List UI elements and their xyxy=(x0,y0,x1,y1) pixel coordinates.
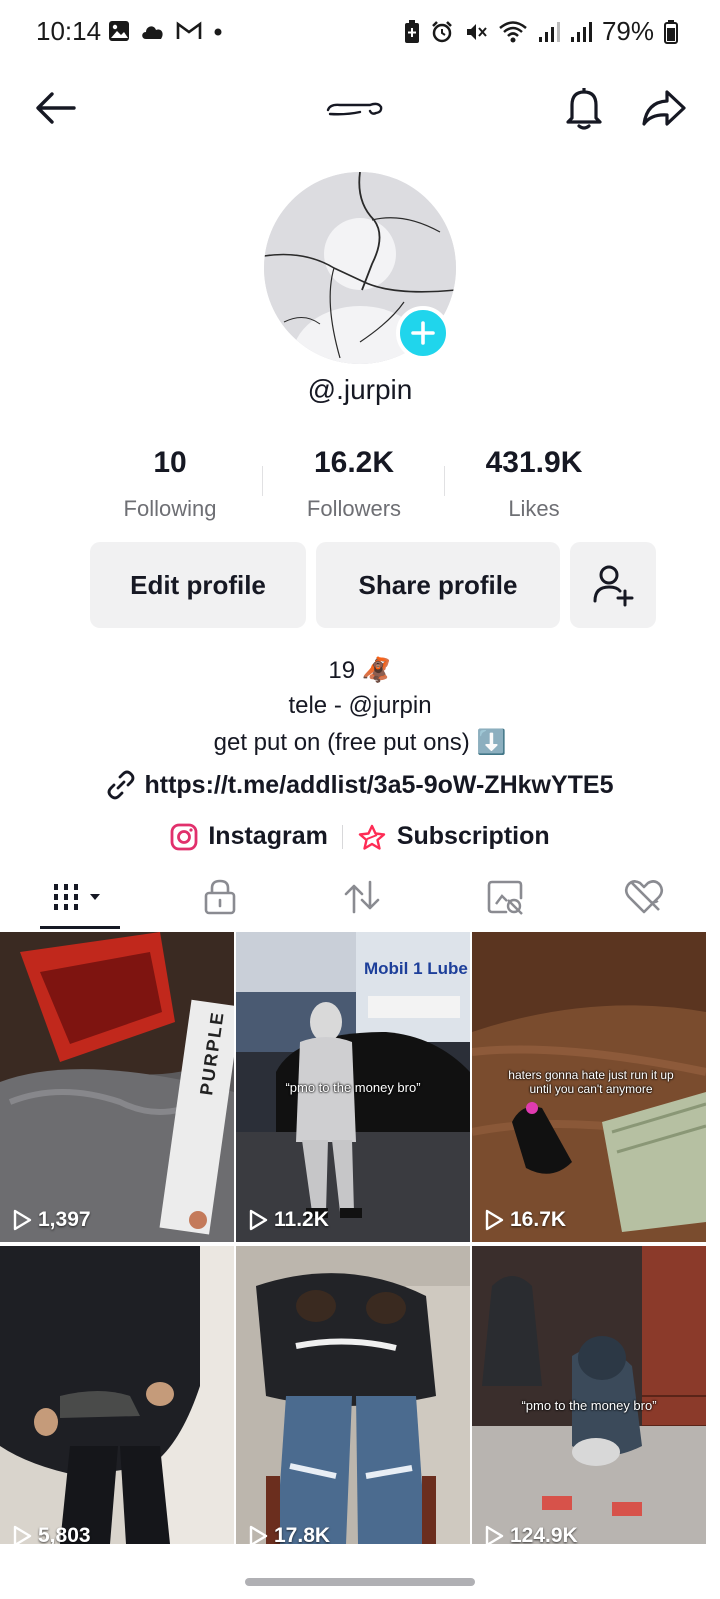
bell-icon xyxy=(566,88,602,130)
instagram-label: Instagram xyxy=(208,822,328,850)
wifi-icon xyxy=(499,20,527,42)
edit-profile-button[interactable]: Edit profile xyxy=(90,542,306,628)
battery-percent: 79% xyxy=(601,16,654,46)
back-arrow-icon xyxy=(36,92,76,124)
lock-icon xyxy=(204,879,236,915)
tab-reposts[interactable] xyxy=(332,866,392,928)
top-nav xyxy=(0,70,720,140)
battery-icon xyxy=(664,19,678,44)
likes-label: Likes xyxy=(508,496,560,521)
status-bar: 10:14 79% xyxy=(0,0,720,68)
subscription-star-icon xyxy=(358,824,386,850)
play-icon xyxy=(249,1525,268,1544)
dot-icon xyxy=(214,28,222,36)
signal-icon xyxy=(538,21,560,42)
videos-grid-icon xyxy=(54,884,100,910)
tagged-icon xyxy=(487,880,523,915)
content-tabs xyxy=(0,866,720,932)
stat-divider xyxy=(262,466,263,496)
bio-age: 19 🦧 xyxy=(328,657,392,684)
nametag-icon xyxy=(326,98,384,125)
plus-icon xyxy=(411,321,435,345)
instagram-link[interactable]: Instagram xyxy=(156,822,341,851)
link-icon xyxy=(108,770,135,800)
share-arrow-icon xyxy=(642,90,686,126)
add-friend-button[interactable] xyxy=(570,542,656,628)
video-label: Mobil 1 Lube xyxy=(364,959,468,978)
view-count-text: 17.8K xyxy=(274,1524,331,1544)
mute-icon xyxy=(466,23,487,40)
active-tab-indicator xyxy=(40,926,120,929)
repost-icon xyxy=(344,880,380,914)
video-thumbnail[interactable]: Mobil 1 Lube “pmo to the money bro” 11.2… xyxy=(236,932,470,1242)
video-caption: haters gonna hate just run it up until y… xyxy=(508,1068,674,1096)
battery-saver-icon xyxy=(404,19,419,43)
video-thumbnail[interactable]: 17.8K xyxy=(236,1246,470,1544)
video-thumbnail[interactable]: PURPLE 1,397 xyxy=(0,932,234,1242)
tab-private[interactable] xyxy=(190,866,250,928)
profile-stats: 10 Following 16.2K Followers 431.9K Like… xyxy=(80,446,640,526)
video-thumbnail[interactable]: haters gonna hate just run it up until y… xyxy=(472,932,706,1242)
following-count: 10 xyxy=(153,446,187,479)
play-icon xyxy=(13,1525,32,1544)
alarm-icon xyxy=(432,20,452,42)
followers-count: 16.2K xyxy=(313,446,395,479)
play-icon xyxy=(249,1209,268,1231)
view-count-text: 16.7K xyxy=(510,1208,567,1231)
stat-likes[interactable]: 431.9K Likes xyxy=(444,446,624,522)
video-caption: “pmo to the money bro” xyxy=(521,1398,657,1413)
add-story-button[interactable] xyxy=(396,306,450,360)
tab-videos[interactable] xyxy=(40,866,120,928)
video-grid: PURPLE 1,397 Mobil 1 Lube “pmo to the mo… xyxy=(0,932,720,1544)
notifications-button[interactable] xyxy=(556,80,612,136)
share-button[interactable] xyxy=(636,80,692,136)
view-count: 17.8K xyxy=(248,1524,330,1544)
signal-icon xyxy=(570,21,592,42)
view-count-text: 5,803 xyxy=(38,1524,91,1544)
view-count: 11.2K xyxy=(248,1208,329,1232)
status-time: 10:14 xyxy=(36,16,102,46)
play-icon xyxy=(485,1525,504,1544)
stat-following[interactable]: 10 Following xyxy=(80,446,260,522)
bio-link-text: https://t.me/addlist/3a5-9oW-ZHkwYTE5 xyxy=(144,770,614,799)
gmail-icon xyxy=(176,21,202,39)
view-count: 1,397 xyxy=(12,1208,91,1232)
subscription-link[interactable]: Subscription xyxy=(343,822,564,851)
subscription-label: Subscription xyxy=(396,822,550,850)
view-count: 16.7K xyxy=(484,1208,566,1232)
instagram-icon xyxy=(170,823,198,850)
view-count-text: 11.2K xyxy=(274,1208,329,1231)
video-caption: “pmo to the money bro” xyxy=(285,1080,421,1095)
username: @.jurpin xyxy=(307,374,413,405)
stat-followers[interactable]: 16.2K Followers xyxy=(264,446,444,522)
share-profile-button[interactable]: Share profile xyxy=(316,542,560,628)
view-count: 5,803 xyxy=(12,1524,91,1544)
likes-count: 431.9K xyxy=(485,446,583,479)
tab-tagged[interactable] xyxy=(476,866,536,928)
followers-label: Followers xyxy=(306,496,402,521)
tab-liked[interactable] xyxy=(614,866,674,928)
bio-text: get put on (free put ons) ⬇️ xyxy=(213,729,507,756)
back-button[interactable] xyxy=(28,80,84,136)
bio-tele: tele - @jurpin xyxy=(288,692,432,719)
view-count-text: 1,397 xyxy=(38,1208,91,1231)
play-icon xyxy=(13,1209,32,1231)
view-count-text: 124.9K xyxy=(510,1524,578,1544)
navigation-bar xyxy=(0,1544,720,1599)
video-thumbnail[interactable]: 5,803 xyxy=(0,1246,234,1544)
profile-avatar[interactable] xyxy=(264,172,456,364)
social-links: Instagram Subscription xyxy=(0,822,720,851)
bio-link[interactable]: https://t.me/addlist/3a5-9oW-ZHkwYTE5 xyxy=(0,770,720,800)
video-thumbnail[interactable]: “pmo to the money bro” 124.9K xyxy=(472,1246,706,1544)
gallery-icon xyxy=(109,21,129,41)
view-count: 124.9K xyxy=(484,1524,578,1544)
following-label: Following xyxy=(123,496,217,521)
add-user-icon xyxy=(593,565,634,607)
home-indicator[interactable] xyxy=(245,1578,475,1586)
liked-icon xyxy=(624,880,664,914)
play-icon xyxy=(485,1209,504,1231)
cloud-icon xyxy=(142,26,163,39)
